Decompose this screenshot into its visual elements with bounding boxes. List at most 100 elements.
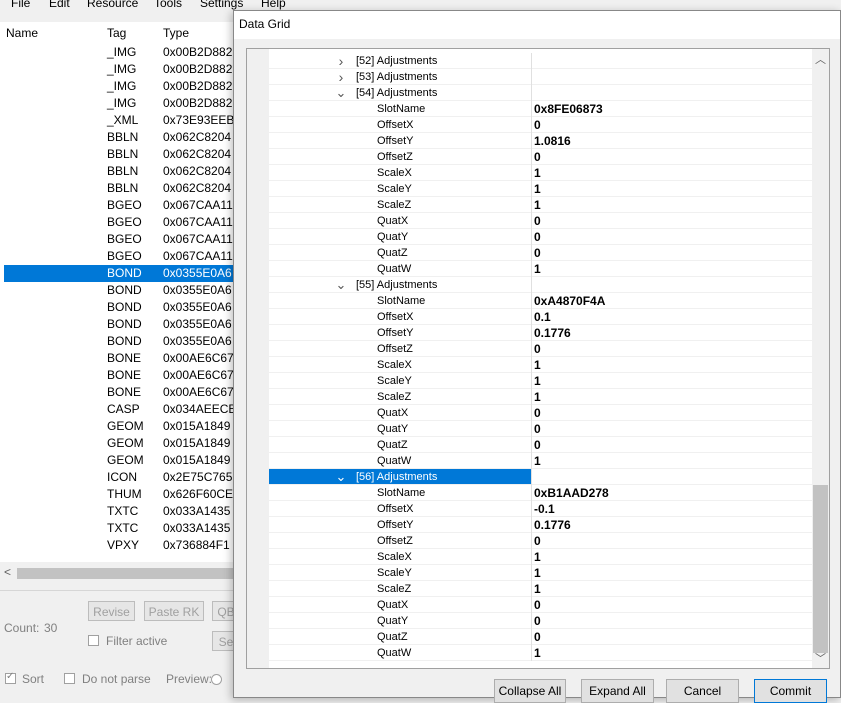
menu-file[interactable]: File — [11, 0, 30, 10]
grid-field-row[interactable]: OffsetZ 0 — [269, 533, 813, 549]
field-value[interactable]: 0 — [534, 405, 541, 421]
list-item[interactable]: GEOM 0x015A1849 — [4, 435, 238, 452]
list-item[interactable]: CASP 0x034AEECB — [4, 401, 238, 418]
scrollbar-thumb[interactable] — [813, 485, 828, 653]
arrow-down-icon[interactable]: ﹀ — [812, 650, 829, 666]
grid-field-row[interactable]: ScaleX 1 — [269, 549, 813, 565]
grid-field-row[interactable]: ScaleZ 1 — [269, 581, 813, 597]
grid-group-row[interactable]: ⌄ [55] Adjustments — [269, 277, 813, 293]
grid-field-row[interactable]: ScaleZ 1 — [269, 389, 813, 405]
field-value[interactable]: 0.1776 — [534, 517, 571, 533]
field-value[interactable]: 0 — [534, 613, 541, 629]
field-value[interactable]: -0.1 — [534, 501, 555, 517]
list-item[interactable]: _XML 0x73E93EEB — [4, 112, 238, 129]
field-value[interactable]: 0xA4870F4A — [534, 293, 605, 309]
do-not-parse-checkbox[interactable] — [64, 673, 75, 684]
field-value[interactable]: 1.0816 — [534, 133, 571, 149]
chevron-down-icon[interactable]: ⌄ — [335, 469, 347, 485]
grid-group-row[interactable]: ⌄ [54] Adjustments — [269, 85, 813, 101]
arrow-up-icon[interactable]: ︿ — [812, 51, 829, 67]
grid-field-row[interactable]: ScaleY 1 — [269, 565, 813, 581]
chevron-down-icon[interactable]: ⌄ — [335, 277, 347, 293]
sort-checkbox[interactable]: ✓ — [5, 671, 16, 684]
grid-field-row[interactable]: QuatW 1 — [269, 453, 813, 469]
grid-field-row[interactable]: QuatY 0 — [269, 421, 813, 437]
resource-list[interactable]: _IMG 0x00B2D882 _IMG 0x00B2D882 _IMG 0x00B2D8… — [0, 44, 240, 562]
grid-field-row[interactable]: OffsetX 0 — [269, 117, 813, 133]
grid-field-row[interactable]: QuatZ 0 — [269, 437, 813, 453]
field-value[interactable]: 1 — [534, 549, 541, 565]
field-value[interactable]: 0 — [534, 421, 541, 437]
field-value[interactable]: 1 — [534, 581, 541, 597]
field-value[interactable]: 0xB1AAD278 — [534, 485, 609, 501]
grid-field-row[interactable]: QuatY 0 — [269, 613, 813, 629]
column-header-name[interactable]: Name — [6, 26, 38, 40]
list-item[interactable]: BGEO 0x067CAA11 — [4, 248, 238, 265]
menu-settings[interactable]: Settings — [200, 0, 243, 10]
arrow-left-icon[interactable]: < — [4, 565, 11, 579]
grid-field-row[interactable]: QuatX 0 — [269, 405, 813, 421]
list-item[interactable]: _IMG 0x00B2D882 — [4, 95, 238, 112]
grid-field-row[interactable]: QuatW 1 — [269, 645, 813, 661]
grid-field-row[interactable]: OffsetX 0.1 — [269, 309, 813, 325]
grid-field-row[interactable]: QuatY 0 — [269, 229, 813, 245]
commit-button[interactable]: Commit — [754, 679, 827, 703]
column-header-type[interactable]: Type — [163, 26, 189, 40]
field-value[interactable]: 1 — [534, 389, 541, 405]
grid-field-row[interactable]: OffsetX -0.1 — [269, 501, 813, 517]
field-value[interactable]: 0 — [534, 213, 541, 229]
grid-group-row[interactable]: ⌄ [56] Adjustments — [269, 469, 813, 485]
field-value[interactable]: 1 — [534, 373, 541, 389]
list-item[interactable]: BBLN 0x062C8204 — [4, 163, 238, 180]
list-item[interactable]: THUM 0x626F60CE — [4, 486, 238, 503]
list-item[interactable]: _IMG 0x00B2D882 — [4, 78, 238, 95]
preview-radio[interactable] — [211, 674, 222, 685]
field-value[interactable]: 1 — [534, 165, 541, 181]
grid-field-row[interactable]: SlotName 0xB1AAD278 — [269, 485, 813, 501]
list-item[interactable]: BOND 0x0355E0A6 — [4, 265, 238, 282]
field-value[interactable]: 0x8FE06873 — [534, 101, 603, 117]
grid-group-row[interactable]: › [52] Adjustments — [269, 53, 813, 69]
grid-group-row[interactable]: › [53] Adjustments — [269, 69, 813, 85]
revise-button[interactable]: Revise — [88, 601, 135, 621]
field-value[interactable]: 1 — [534, 357, 541, 373]
field-value[interactable]: 1 — [534, 453, 541, 469]
list-item[interactable]: TXTC 0x033A1435 — [4, 503, 238, 520]
grid-field-row[interactable]: ScaleX 1 — [269, 357, 813, 373]
menu-resource[interactable]: Resource — [87, 0, 138, 10]
list-item[interactable]: _IMG 0x00B2D882 — [4, 61, 238, 78]
field-value[interactable]: 1 — [534, 645, 541, 661]
grid-field-row[interactable]: SlotName 0x8FE06873 — [269, 101, 813, 117]
field-value[interactable]: 1 — [534, 261, 541, 277]
field-value[interactable]: 0 — [534, 533, 541, 549]
scrollbar-thumb[interactable] — [17, 568, 240, 579]
list-item[interactable]: BONE 0x00AE6C67 — [4, 367, 238, 384]
grid-field-row[interactable]: ScaleX 1 — [269, 165, 813, 181]
grid-field-row[interactable]: QuatX 0 — [269, 213, 813, 229]
list-item[interactable]: VPXY 0x736884F1 — [4, 537, 238, 554]
list-item[interactable]: BONE 0x00AE6C67 — [4, 350, 238, 367]
grid-field-row[interactable]: SlotName 0xA4870F4A — [269, 293, 813, 309]
list-item[interactable]: GEOM 0x015A1849 — [4, 452, 238, 469]
chevron-right-icon[interactable]: › — [335, 69, 347, 85]
grid-field-row[interactable]: ScaleZ 1 — [269, 197, 813, 213]
grid-field-row[interactable]: QuatZ 0 — [269, 629, 813, 645]
filter-active-checkbox[interactable] — [88, 635, 99, 646]
paste-rk-button[interactable]: Paste RK — [144, 601, 204, 621]
list-item[interactable]: _IMG 0x00B2D882 — [4, 44, 238, 61]
field-value[interactable]: 0 — [534, 229, 541, 245]
horizontal-scrollbar[interactable]: < — [0, 565, 240, 582]
grid-field-row[interactable]: QuatZ 0 — [269, 245, 813, 261]
chevron-right-icon[interactable]: › — [335, 53, 347, 69]
field-value[interactable]: 0 — [534, 341, 541, 357]
grid-field-row[interactable]: OffsetY 0.1776 — [269, 325, 813, 341]
grid-field-row[interactable]: OffsetY 1.0816 — [269, 133, 813, 149]
field-value[interactable]: 1 — [534, 565, 541, 581]
field-value[interactable]: 1 — [534, 181, 541, 197]
grid-field-row[interactable]: QuatW 1 — [269, 261, 813, 277]
cancel-button[interactable]: Cancel — [666, 679, 739, 703]
collapse-all-button[interactable]: Collapse All — [494, 679, 566, 703]
list-item[interactable]: BBLN 0x062C8204 — [4, 146, 238, 163]
grid-field-row[interactable]: QuatX 0 — [269, 597, 813, 613]
menu-edit[interactable]: Edit — [49, 0, 70, 10]
